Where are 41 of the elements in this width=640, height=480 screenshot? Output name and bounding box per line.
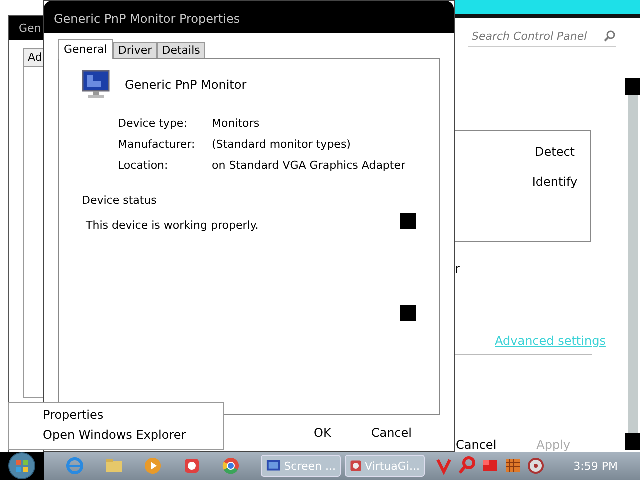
property-value: Monitors [212,117,261,130]
display-button[interactable]: Identify [520,173,590,191]
label-text: r [455,262,460,276]
search-field[interactable]: Search Control Panel [468,26,616,47]
app-icon [350,458,362,474]
dialog-button[interactable]: Cancel [363,425,420,441]
window-title: Generic PnP Monitor Properties [44,1,454,33]
menu-item[interactable]: Open Windows Explorer [9,426,223,446]
start-button[interactable] [0,452,44,480]
tab[interactable]: Driver [113,42,158,58]
property-value: on Standard VGA Graphics Adapter [212,159,407,172]
display-button[interactable]: Detect [520,143,590,161]
search-icon [604,30,616,42]
taskbar-button[interactable] [143,455,163,477]
tab[interactable]: General [58,39,114,59]
device-name: Generic PnP Monitor [125,78,247,92]
chrome-icon [221,456,241,476]
disc-icon [527,456,545,476]
tray-button[interactable] [458,456,476,476]
tab[interactable]: Details [157,42,206,58]
edge-block [625,78,640,95]
square-marker [400,213,416,229]
square-marker [400,305,416,321]
monitor-icon [81,69,113,101]
property-label: Device type: [118,117,188,130]
taskbar-button[interactable] [221,455,241,477]
section-title: Device status [82,194,158,207]
property-label: Location: [118,159,170,172]
browser-icon [65,456,85,476]
edge-block [625,433,640,450]
play-icon [143,456,163,476]
property-label: Manufacturer: [118,138,196,151]
tray-button[interactable] [527,456,545,476]
magnifier-icon [458,456,476,476]
app-icon [182,456,202,476]
status-text: This device is working properly. [86,219,259,232]
property-value: (Standard monitor types) [212,138,352,151]
scrollbar[interactable] [628,95,638,433]
dialog-button[interactable]: Cancel [452,438,501,452]
dialog-button[interactable]: OK [306,425,340,441]
menu-item[interactable]: Properties [9,406,223,426]
